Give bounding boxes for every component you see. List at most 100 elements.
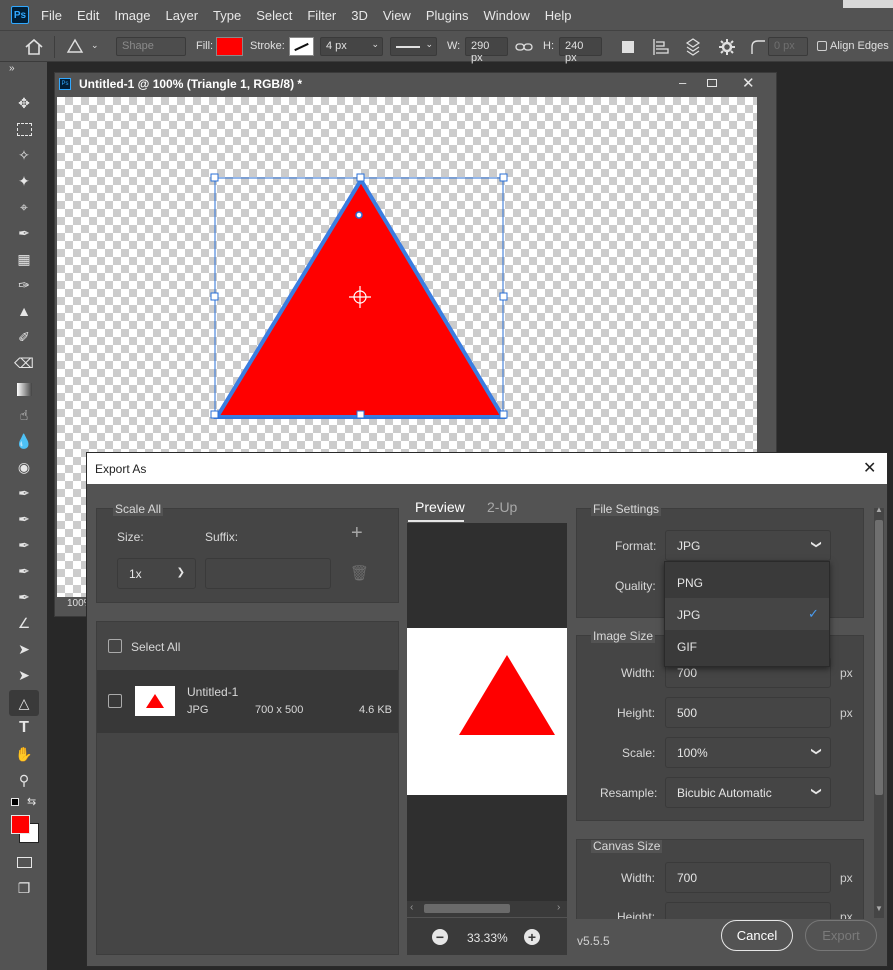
- settings-scrollbar[interactable]: ▲ ▼: [874, 505, 884, 918]
- tab-preview[interactable]: Preview: [415, 499, 465, 515]
- select-all-checkbox[interactable]: [108, 639, 122, 653]
- eraser-icon[interactable]: ⌫: [13, 352, 35, 374]
- scroll-right-icon[interactable]: ›: [557, 902, 560, 913]
- add-anchor-icon[interactable]: ✒: [13, 534, 35, 556]
- scrollbar-thumb[interactable]: [424, 904, 510, 913]
- menu-select[interactable]: Select: [256, 8, 292, 23]
- path-alignment-icon[interactable]: [652, 38, 670, 56]
- menu-type[interactable]: Type: [213, 8, 241, 23]
- screen-mode-icon[interactable]: ❐: [13, 877, 35, 899]
- marquee-tool-icon[interactable]: [13, 118, 35, 140]
- asset-row[interactable]: Untitled-1 JPG 700 x 500 4.6 KB: [97, 670, 398, 733]
- window-maximize-strip[interactable]: [843, 0, 893, 8]
- freeform-pen-icon[interactable]: ✒: [13, 508, 35, 530]
- image-height-input[interactable]: 500: [665, 697, 831, 728]
- smudge-tool-icon[interactable]: ☝: [13, 404, 35, 426]
- menu-3d[interactable]: 3D: [351, 8, 368, 23]
- home-icon[interactable]: [24, 38, 44, 56]
- dropdown-option-jpg[interactable]: JPG ✓: [665, 598, 829, 630]
- magic-wand-icon[interactable]: ✦: [13, 170, 35, 192]
- menu-window[interactable]: Window: [483, 8, 529, 23]
- cancel-button[interactable]: Cancel: [721, 920, 793, 951]
- stroke-swatch[interactable]: [289, 37, 314, 56]
- stroke-width-input[interactable]: 4 px ⌄: [320, 37, 383, 56]
- triangle-tool-icon[interactable]: △: [9, 690, 39, 716]
- menu-layer[interactable]: Layer: [166, 8, 199, 23]
- stamp-tool-icon[interactable]: ▲: [13, 300, 35, 322]
- menu-view[interactable]: View: [383, 8, 411, 23]
- menu-image[interactable]: Image: [114, 8, 150, 23]
- lasso-tool-icon[interactable]: ✧: [13, 144, 35, 166]
- dodge-tool-icon[interactable]: ◉: [13, 456, 35, 478]
- eyedropper-icon[interactable]: ✒: [13, 222, 35, 244]
- preview-area[interactable]: [407, 523, 567, 901]
- scroll-down-icon[interactable]: ▼: [875, 904, 883, 913]
- scrollbar-thumb[interactable]: [875, 520, 883, 795]
- canvas-width-input[interactable]: 700: [665, 862, 831, 893]
- menu-help[interactable]: Help: [545, 8, 572, 23]
- convert-point-icon[interactable]: ∠: [13, 612, 35, 634]
- align-edges-checkbox[interactable]: [817, 41, 827, 51]
- blur-drop-icon[interactable]: 💧: [13, 430, 35, 452]
- trash-icon[interactable]: 🗑: [350, 564, 369, 582]
- triangle-tool-icon[interactable]: [66, 38, 84, 54]
- zoom-out-icon[interactable]: −: [432, 929, 448, 945]
- canvas-height-input[interactable]: [665, 902, 831, 919]
- history-brush-icon[interactable]: ✐: [13, 326, 35, 348]
- crop-tool-icon[interactable]: ⌖: [13, 196, 35, 218]
- export-button[interactable]: Export: [805, 920, 877, 951]
- path-selection-icon[interactable]: ➤: [13, 638, 35, 660]
- height-input[interactable]: 240 px: [559, 37, 602, 64]
- width-input[interactable]: 290 px: [465, 37, 508, 64]
- asset-checkbox[interactable]: [108, 694, 122, 708]
- close-icon[interactable]: ✕: [742, 74, 755, 92]
- healing-brush-icon[interactable]: ▦: [13, 248, 35, 270]
- mode-select[interactable]: Shape: [116, 37, 186, 56]
- gradient-tool-icon[interactable]: [13, 378, 35, 400]
- gear-icon[interactable]: [718, 38, 736, 56]
- tab-2up[interactable]: 2-Up: [487, 499, 517, 515]
- collapse-panel-icon[interactable]: »: [9, 63, 15, 74]
- delete-anchor-icon[interactable]: ✒: [13, 560, 35, 582]
- zoom-in-icon[interactable]: +: [524, 929, 540, 945]
- fill-swatch[interactable]: [216, 37, 243, 56]
- resample-select[interactable]: Bicubic Automatic ❯: [665, 777, 831, 808]
- scale-size-select[interactable]: 1x ❯: [117, 558, 196, 589]
- swap-colors-icon[interactable]: ⇆: [27, 795, 36, 808]
- menu-file[interactable]: File: [41, 8, 62, 23]
- add-scale-icon[interactable]: +: [351, 522, 363, 545]
- corner-radius-handle[interactable]: [355, 211, 363, 219]
- quick-mask-icon[interactable]: [13, 851, 35, 873]
- menu-plugins[interactable]: Plugins: [426, 8, 469, 23]
- scroll-left-icon[interactable]: ‹: [410, 902, 413, 913]
- stroke-type-select[interactable]: ⌄: [390, 37, 437, 56]
- format-select[interactable]: JPG ❯: [665, 530, 831, 561]
- link-icon[interactable]: [515, 41, 533, 53]
- zoom-tool-icon[interactable]: ⚲: [13, 769, 35, 791]
- document-tab[interactable]: Ps Untitled-1 @ 100% (Triangle 1, RGB/8)…: [55, 73, 776, 95]
- foreground-color-swatch[interactable]: [11, 815, 30, 834]
- path-arrangement-icon[interactable]: [683, 37, 703, 57]
- preview-scrollbar[interactable]: ‹ ›: [407, 901, 567, 917]
- brush-tool-icon[interactable]: ✑: [13, 274, 35, 296]
- chevron-down-icon[interactable]: ⌄: [91, 40, 99, 51]
- direct-selection-icon[interactable]: ➤: [13, 664, 35, 686]
- maximize-icon[interactable]: [707, 79, 717, 87]
- close-icon[interactable]: ✕: [863, 458, 876, 478]
- type-tool-icon[interactable]: T: [13, 717, 35, 739]
- dropdown-option-png[interactable]: PNG: [665, 566, 829, 598]
- curvature-pen-icon[interactable]: ✒: [13, 586, 35, 608]
- dropdown-option-gif[interactable]: GIF: [665, 630, 829, 662]
- menu-filter[interactable]: Filter: [307, 8, 336, 23]
- move-tool-icon[interactable]: ✥: [13, 92, 35, 114]
- corner-radius-input[interactable]: 0 px: [768, 37, 808, 56]
- default-colors-icon[interactable]: [11, 798, 19, 806]
- scale-select[interactable]: 100% ❯: [665, 737, 831, 768]
- minimize-icon[interactable]: –: [679, 75, 686, 90]
- pen-tool-icon[interactable]: ✒: [13, 482, 35, 504]
- path-operations-icon[interactable]: [622, 41, 634, 53]
- scroll-up-icon[interactable]: ▲: [875, 505, 883, 514]
- menu-edit[interactable]: Edit: [77, 8, 99, 23]
- suffix-input[interactable]: [205, 558, 331, 589]
- hand-tool-icon[interactable]: ✋: [13, 743, 35, 765]
